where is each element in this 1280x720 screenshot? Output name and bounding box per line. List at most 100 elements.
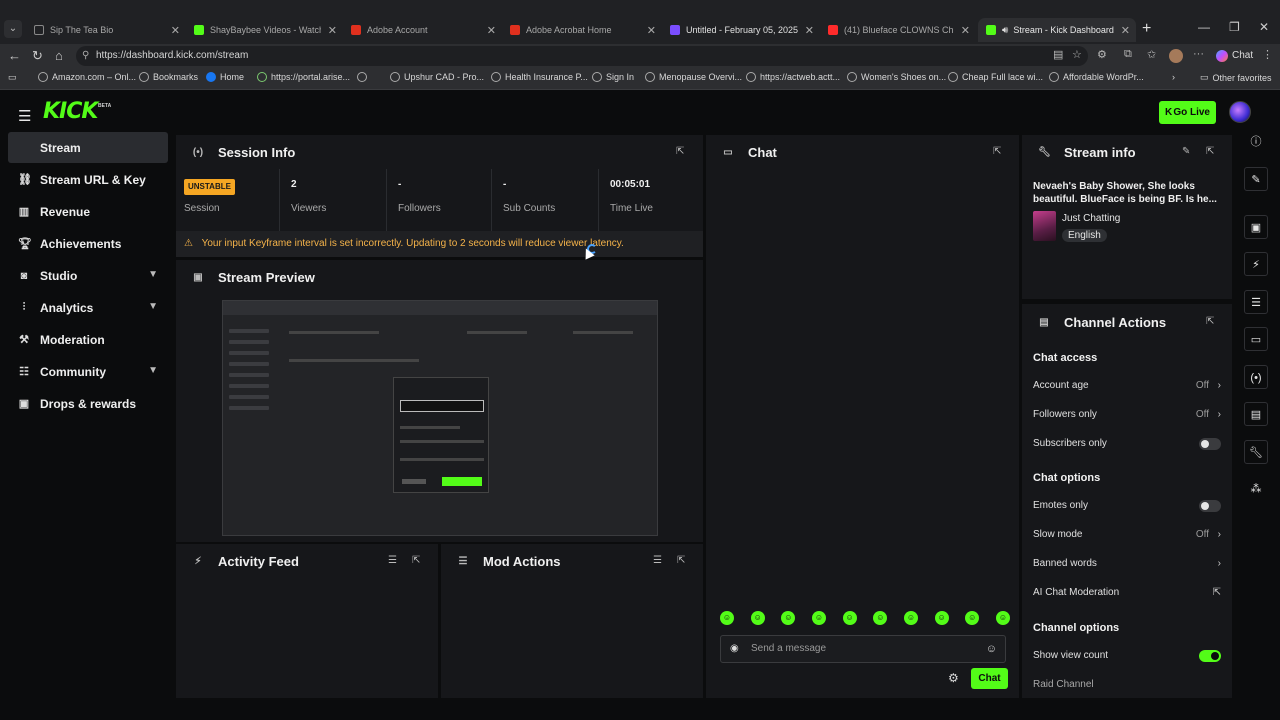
popout-icon[interactable]: ⇱: [412, 555, 420, 566]
close-icon[interactable]: ✕: [328, 24, 337, 37]
copilot-chat-button[interactable]: Chat: [1214, 47, 1259, 65]
sidebar-item-revenue[interactable]: ▥ Revenue: [8, 196, 168, 227]
sidebar-item-drops-rewards[interactable]: ▣ Drops & rewards: [8, 388, 168, 419]
speaker-icon[interactable]: 🔊︎: [1002, 25, 1008, 36]
url-field[interactable]: ⚲ https://dashboard.kick.com/stream: [76, 46, 1088, 66]
bookmark-item[interactable]: Affordable WordPr...: [1049, 72, 1144, 82]
channel-actions-icon[interactable]: ▤: [1244, 402, 1268, 426]
sidebar-item-analytics[interactable]: ⫶ Analytics ▼: [8, 292, 168, 323]
bookmark-item[interactable]: Women's Shoes on...: [847, 72, 946, 82]
emotes-only-toggle[interactable]: [1199, 500, 1221, 512]
wrench-icon[interactable]: 🔧︎: [1244, 440, 1268, 464]
browser-tab[interactable]: Untitled - February 05, 2025 at 22 ✕: [662, 18, 820, 42]
chevron-right-icon[interactable]: ›: [1172, 72, 1175, 82]
sidebar-item-stream[interactable]: Stream: [8, 132, 168, 163]
emote-icon[interactable]: ☺: [995, 611, 1010, 625]
emote-icon[interactable]: ☺: [750, 611, 765, 625]
sidebar-item-achievements[interactable]: 🏆︎ Achievements: [8, 228, 168, 259]
send-chat-button[interactable]: Chat: [971, 668, 1008, 689]
category-label[interactable]: Just Chatting: [1062, 213, 1120, 224]
show-view-count-toggle[interactable]: [1199, 650, 1221, 662]
bookmark-item[interactable]: https://actweb.actt...: [746, 72, 840, 82]
broadcast-icon[interactable]: (•): [1244, 365, 1268, 389]
lightning-icon[interactable]: ⚡︎: [1244, 252, 1268, 276]
emote-icon[interactable]: ☺: [903, 611, 918, 625]
subscribers-only-toggle[interactable]: [1199, 438, 1221, 450]
bookmark-item[interactable]: Cheap Full lace wi...: [948, 72, 1043, 82]
close-icon[interactable]: ✕: [805, 24, 814, 37]
reload-icon[interactable]: ↻: [32, 48, 43, 64]
browser-tab[interactable]: Sip The Tea Bio ✕: [26, 18, 186, 42]
browser-tab[interactable]: Adobe Acrobat Home ✕: [502, 18, 662, 42]
sidebar-item-studio[interactable]: ◙ Studio ▼: [8, 260, 168, 291]
other-favorites[interactable]: ▭ Other favorites: [1200, 72, 1272, 83]
bookmark-item[interactable]: Home: [206, 72, 244, 82]
bookmark-item[interactable]: Bookmarks: [139, 72, 198, 82]
account-age-row[interactable]: Account age Off ›: [1033, 376, 1221, 396]
bookmark-item[interactable]: Amazon.com – Onl...: [38, 72, 136, 82]
ai-chat-moderation-row[interactable]: AI Chat Moderation ⇱: [1033, 583, 1221, 603]
browser-tab[interactable]: ShayBaybee Videos - Watch On-D ✕: [186, 18, 343, 42]
bookmark-item[interactable]: Menopause Overvi...: [645, 72, 742, 82]
chat-message-input[interactable]: ◉ Send a message ☺: [720, 635, 1006, 663]
back-icon[interactable]: ←: [8, 48, 21, 63]
reader-icon[interactable]: ▤: [1053, 48, 1063, 61]
popout-icon[interactable]: ⇱: [677, 555, 685, 566]
popout-icon[interactable]: ⇱: [993, 146, 1001, 157]
extensions-icon[interactable]: ⚙: [1097, 48, 1107, 61]
sidebar-item-community[interactable]: ☷ Community ▼: [8, 356, 168, 387]
browser-tab[interactable]: (41) Blueface CLOWNS Chrisean & ✕: [820, 18, 976, 42]
close-icon[interactable]: ✕: [487, 24, 496, 37]
gear-icon[interactable]: ⚙: [948, 671, 959, 685]
share-icon[interactable]: ⁂: [1244, 477, 1268, 501]
tab-search-button[interactable]: ⌄: [4, 20, 22, 38]
emote-icon[interactable]: ☺: [811, 611, 826, 625]
kick-logo[interactable]: KICK: [43, 99, 98, 124]
popout-icon[interactable]: ⇱: [1206, 316, 1214, 327]
edit-icon[interactable]: ✎: [1244, 167, 1268, 191]
new-tab-button[interactable]: +: [1142, 20, 1151, 38]
bookmark-item[interactable]: Upshur CAD - Pro...: [390, 72, 484, 82]
filter-icon[interactable]: ☰: [388, 555, 397, 566]
close-icon[interactable]: ✕: [171, 24, 180, 37]
browser-tab-active[interactable]: 🔊︎ Stream - Kick Dashboard ✕: [978, 18, 1136, 42]
avatar[interactable]: [1229, 101, 1251, 123]
site-info-icon[interactable]: ⚲: [82, 46, 89, 66]
popout-icon[interactable]: ⇱: [676, 146, 684, 157]
sidebar-more-icon[interactable]: ⋮: [1262, 48, 1273, 61]
emote-icon[interactable]: ☺: [781, 611, 796, 625]
window-close-icon[interactable]: ✕: [1259, 20, 1269, 34]
go-live-button[interactable]: K Go Live: [1159, 101, 1216, 124]
close-icon[interactable]: ✕: [1121, 24, 1130, 37]
emote-icon[interactable]: ☺: [965, 611, 980, 625]
profile-avatar[interactable]: [1169, 49, 1183, 63]
chat-badge-icon[interactable]: ◉: [730, 636, 739, 662]
split-screen-icon[interactable]: ⧉: [1124, 48, 1132, 61]
close-icon[interactable]: ✕: [961, 24, 970, 37]
followers-only-row[interactable]: Followers only Off ›: [1033, 405, 1221, 425]
preview-icon[interactable]: ▣: [1244, 215, 1268, 239]
browser-tab[interactable]: Adobe Account ✕: [343, 18, 502, 42]
minimize-icon[interactable]: —: [1198, 20, 1210, 34]
emote-icon[interactable]: ☺: [720, 611, 734, 625]
bookmark-item[interactable]: https://portal.arise...: [257, 72, 350, 82]
stream-preview-video[interactable]: [222, 300, 658, 536]
edit-icon[interactable]: ✎: [1182, 146, 1190, 157]
list-icon[interactable]: ☰: [1244, 290, 1268, 314]
sidebar-item-moderation[interactable]: ⚒ Moderation: [8, 324, 168, 355]
raid-channel-row[interactable]: Raid Channel: [1033, 675, 1221, 695]
slow-mode-row[interactable]: Slow mode Off ›: [1033, 525, 1221, 545]
emote-icon[interactable]: ☺: [842, 611, 857, 625]
bookmark-item[interactable]: Sign In: [592, 72, 634, 82]
bookmark-item[interactable]: Health Insurance P...: [491, 72, 588, 82]
sidebar-item-stream-url-key[interactable]: ⛓︎ Stream URL & Key: [8, 164, 168, 195]
more-icon[interactable]: ···: [1193, 48, 1204, 60]
popout-icon[interactable]: ⇱: [1206, 146, 1214, 157]
import-icon[interactable]: ▭: [8, 72, 17, 83]
emoji-icon[interactable]: ☺: [986, 636, 997, 662]
info-icon[interactable]: ⓘ: [1244, 130, 1268, 154]
favorite-star-icon[interactable]: ☆: [1072, 48, 1082, 61]
close-icon[interactable]: ✕: [647, 24, 656, 37]
bookmark-item[interactable]: [357, 72, 371, 82]
favorites-icon[interactable]: ✩: [1147, 48, 1156, 61]
